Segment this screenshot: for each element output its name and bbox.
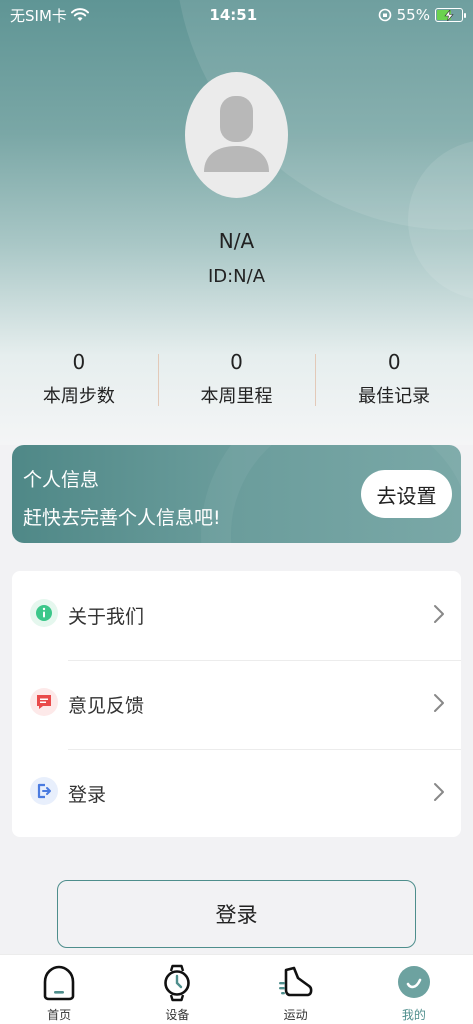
home-icon [43, 965, 75, 1001]
weekly-stats: 0 本周步数 0 本周里程 0 最佳记录 [0, 348, 473, 410]
menu-item-login[interactable]: 登录 [12, 749, 461, 838]
tab-label: 我的 [401, 1008, 426, 1022]
banner-title: 个人信息 [23, 469, 100, 491]
watch-icon [164, 964, 191, 1002]
status-bar: 无SIM卡 14:51 55% [0, 0, 473, 30]
stat-label: 本周步数 [42, 386, 115, 407]
stat-value: 0 [387, 350, 401, 374]
login-button[interactable]: 登录 [57, 880, 416, 948]
info-icon [30, 599, 58, 627]
wifi-icon [70, 8, 89, 21]
default-avatar-icon [204, 96, 269, 172]
charging-icon [444, 9, 454, 21]
chevron-right-icon [434, 605, 444, 623]
chevron-right-icon [434, 694, 444, 712]
menu-item-about-us[interactable]: 关于我们 [12, 571, 461, 660]
stat-value: 0 [230, 350, 243, 374]
chevron-right-icon [434, 783, 444, 801]
stat-best-record: 0 最佳记录 [315, 348, 473, 410]
battery-percent: 55% [396, 6, 430, 24]
nickname: N/A [218, 229, 255, 253]
menu-item-label: 登录 [68, 784, 107, 806]
carrier-text: 无SIM卡 [10, 6, 67, 25]
settings-menu: 关于我们 意见反馈 登录 [12, 571, 461, 837]
stat-weekly-distance: 0 本周里程 [157, 348, 316, 410]
avatar[interactable] [185, 72, 288, 198]
tab-home[interactable]: 首页 [0, 955, 118, 1024]
menu-item-label: 关于我们 [68, 606, 145, 628]
tab-sports[interactable]: 运动 [237, 955, 355, 1024]
user-id: ID:N/A [207, 266, 266, 287]
tab-mine[interactable]: 我的 [355, 955, 473, 1024]
feedback-icon [30, 688, 58, 716]
orientation-lock-icon [378, 8, 391, 22]
login-icon [30, 777, 58, 805]
stat-label: 最佳记录 [358, 386, 431, 407]
bottom-tab-bar: 首页 设备 运动 我的 [0, 954, 473, 1024]
stat-weekly-steps: 0 本周步数 [0, 348, 158, 410]
tab-device[interactable]: 设备 [118, 955, 236, 1024]
status-left: 无SIM卡 [10, 5, 89, 26]
status-time: 14:51 [209, 6, 258, 24]
tab-label: 首页 [47, 1008, 72, 1022]
status-right: 55% [378, 6, 466, 24]
banner-subtitle: 赶快去完善个人信息吧! [23, 507, 221, 529]
menu-item-label: 意见反馈 [68, 695, 145, 717]
stat-label: 本周里程 [200, 386, 273, 407]
battery-icon [434, 8, 466, 22]
tab-label: 运动 [283, 1008, 308, 1022]
tab-label: 设备 [165, 1008, 190, 1022]
profile-icon [397, 966, 430, 998]
menu-item-feedback[interactable]: 意见反馈 [12, 660, 461, 749]
profile-info-banner: 个人信息 赶快去完善个人信息吧! 去设置 [12, 445, 461, 543]
go-settings-button[interactable]: 去设置 [361, 470, 452, 518]
stat-value: 0 [72, 350, 86, 374]
shoe-icon [278, 966, 313, 997]
